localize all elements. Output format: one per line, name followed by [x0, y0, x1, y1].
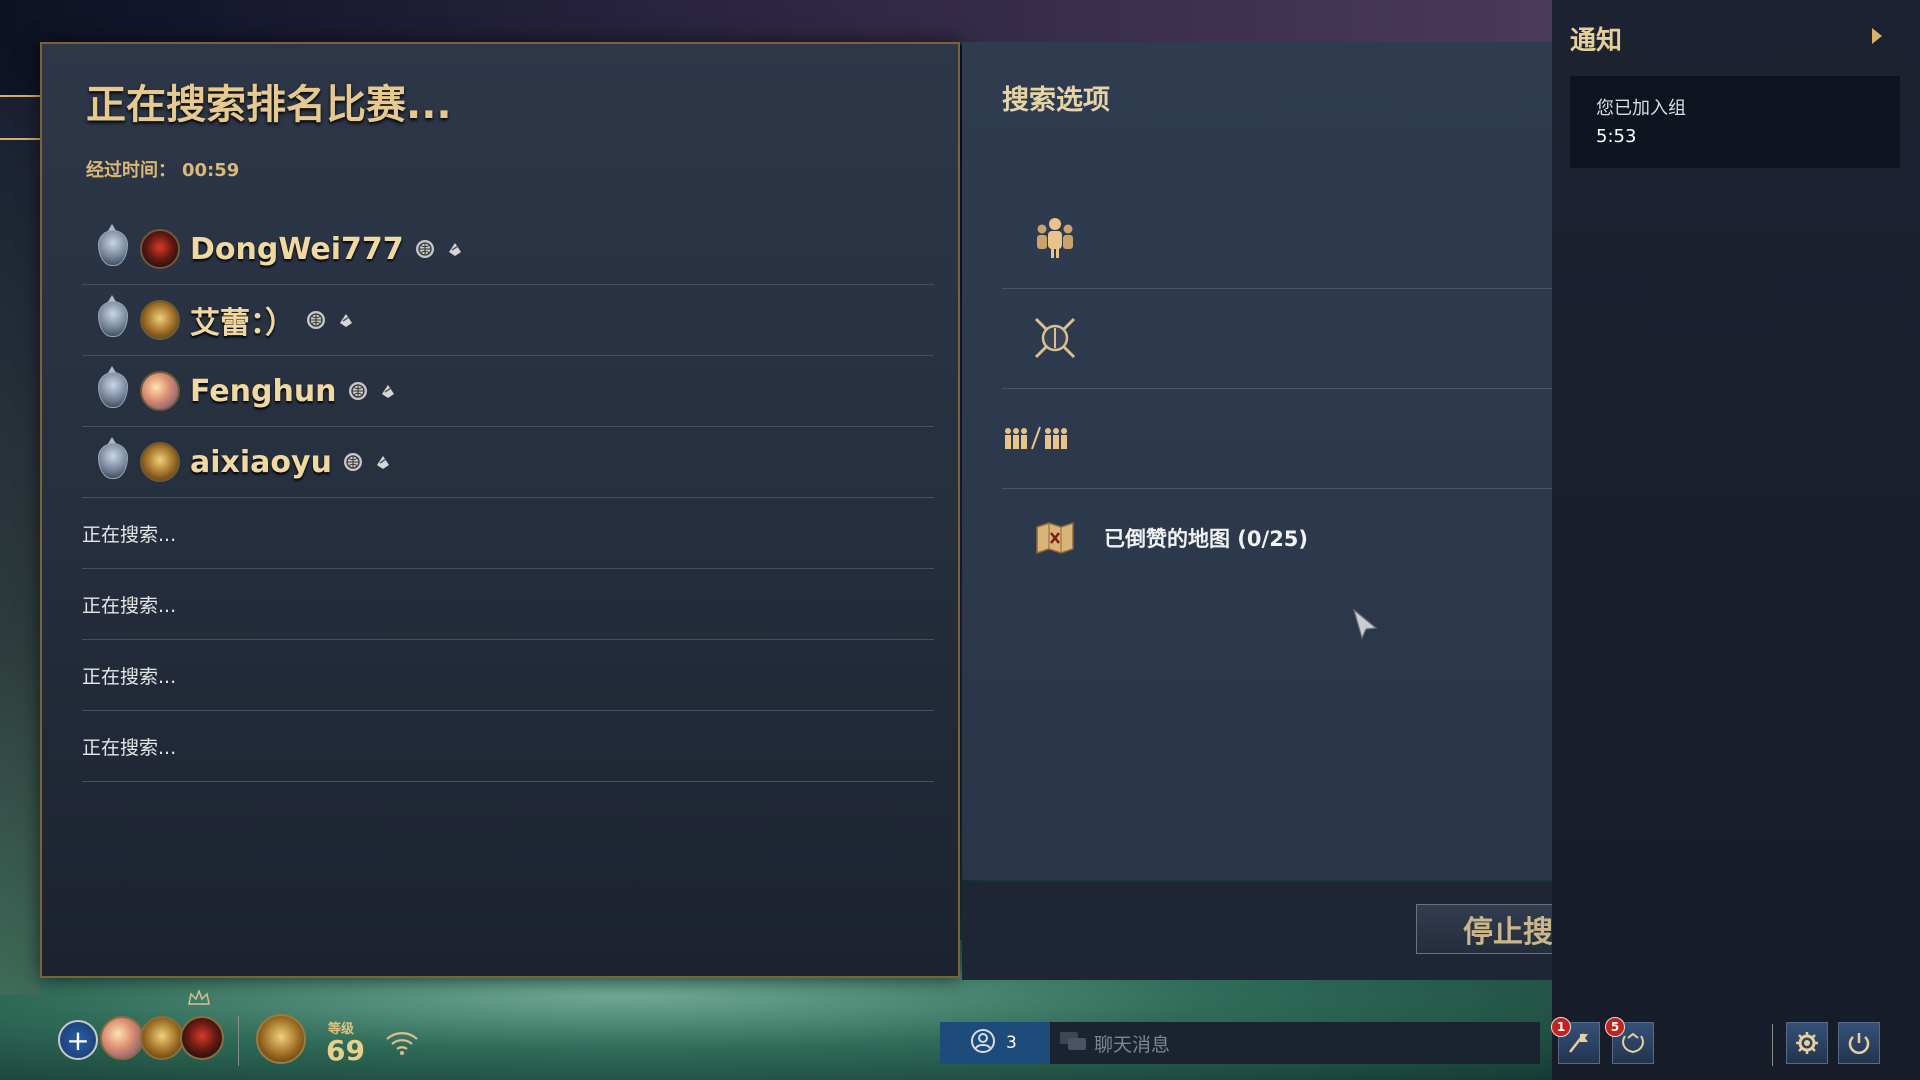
map-icon	[1020, 521, 1090, 555]
player-name[interactable]: DongWei777	[190, 232, 404, 267]
party-member-avatar[interactable]	[100, 1016, 144, 1060]
chat-bubble-icon	[1058, 1030, 1088, 1058]
background-sky	[0, 0, 1560, 45]
avatar[interactable]	[140, 300, 180, 340]
chat-placeholder: 聊天消息	[1094, 1033, 1171, 1056]
cursor-icon	[1352, 608, 1378, 644]
party-member-avatar[interactable]	[140, 1016, 184, 1060]
searching-slot: 正在搜索...	[82, 640, 934, 711]
crossed-swords-icon	[1020, 313, 1090, 363]
flag-icon	[1569, 1033, 1588, 1053]
player-row[interactable]: Fenghun	[82, 356, 934, 427]
option-label: 已倒赞的地图 (0/25)	[1104, 527, 1309, 551]
left-edge-panel	[0, 95, 40, 995]
elapsed-time: 经过时间： 00:59	[86, 156, 239, 182]
notification-time: 5:53	[1596, 126, 1637, 147]
player-name[interactable]: Fenghun	[190, 374, 337, 409]
option-matchup[interactable]	[1002, 388, 1562, 489]
player-row[interactable]: 艾蕾：）	[82, 285, 934, 356]
laurel-icon	[1622, 1032, 1644, 1054]
stop-search-button[interactable]: 停止搜	[1416, 904, 1566, 954]
player-row[interactable]: aixiaoyu	[82, 427, 934, 498]
searching-slot: 正在搜索...	[82, 711, 934, 782]
level-value: 69	[326, 1034, 365, 1067]
rank-icon	[90, 224, 134, 274]
party-leader-avatar[interactable]	[180, 1016, 224, 1060]
edge-divider	[0, 138, 40, 140]
player-portrait[interactable]	[256, 1014, 306, 1064]
rewards-button[interactable]: 5	[1605, 1017, 1654, 1064]
rank-icon	[90, 366, 134, 416]
player-list: DongWei777 艾蕾：） Fenghun aixiaoyu 正在搜索...…	[82, 214, 934, 782]
gamepad-icon	[446, 240, 464, 258]
gear-icon	[1796, 1032, 1818, 1054]
friends-button[interactable]: 3	[940, 1022, 1050, 1064]
globe-icon	[348, 382, 367, 400]
settings-button[interactable]	[1786, 1022, 1828, 1064]
search-options-panel: 搜索选项 已倒赞的地图 (0/25)	[962, 42, 1562, 880]
crown-icon	[187, 988, 211, 1010]
bar-divider	[1772, 1024, 1773, 1066]
globe-icon	[415, 240, 434, 258]
power-button[interactable]	[1838, 1022, 1880, 1064]
add-friend-button[interactable]: +	[58, 1020, 98, 1060]
option-team-size[interactable]	[1002, 188, 1562, 289]
notification-panel: 通知 您已加入组 5:53	[1552, 0, 1920, 1080]
team-vs-team-icon	[1002, 423, 1072, 453]
notification-badge: 1	[1551, 1017, 1571, 1037]
searching-slot: 正在搜索...	[82, 569, 934, 640]
player-row[interactable]: DongWei777	[82, 214, 934, 285]
bar-divider	[238, 1016, 239, 1066]
searching-slot: 正在搜索...	[82, 498, 934, 569]
rank-icon	[90, 295, 134, 345]
notification-badge: 5	[1605, 1017, 1625, 1037]
chat-input[interactable]: 聊天消息	[1050, 1022, 1540, 1064]
notification-item[interactable]: 您已加入组 5:53	[1570, 76, 1900, 168]
elapsed-value: 00:59	[182, 160, 240, 181]
search-panel: 正在搜索排名比赛... 经过时间： 00:59 DongWei777 艾蕾：） F…	[40, 42, 960, 978]
avatar[interactable]	[140, 371, 180, 411]
notification-message: 您已加入组	[1596, 98, 1686, 119]
friends-count: 3	[1006, 1033, 1017, 1053]
connection-icon	[384, 1030, 420, 1060]
friends-icon	[970, 1028, 996, 1058]
globe-icon	[343, 453, 362, 471]
rank-icon	[90, 437, 134, 487]
team-icon	[1020, 215, 1090, 261]
option-downvoted-maps[interactable]: 已倒赞的地图 (0/25)	[1002, 488, 1562, 588]
player-name[interactable]: aixiaoyu	[190, 445, 332, 480]
notification-title: 通知	[1570, 26, 1623, 56]
elapsed-label: 经过时间：	[86, 160, 176, 181]
avatar[interactable]	[140, 442, 180, 482]
gamepad-icon	[337, 311, 355, 329]
search-options-title: 搜索选项	[1002, 85, 1110, 116]
power-icon	[1848, 1033, 1870, 1054]
globe-icon	[307, 311, 325, 329]
page-title: 正在搜索排名比赛...	[86, 82, 452, 128]
quest-button[interactable]: 1	[1551, 1017, 1600, 1064]
option-game-mode[interactable]	[1002, 288, 1562, 389]
collapse-arrow-icon[interactable]	[1872, 28, 1882, 44]
gamepad-icon	[374, 453, 392, 471]
gamepad-icon	[379, 382, 397, 400]
player-name[interactable]: 艾蕾：）	[190, 298, 295, 342]
avatar[interactable]	[140, 229, 180, 269]
edge-divider	[0, 95, 40, 97]
